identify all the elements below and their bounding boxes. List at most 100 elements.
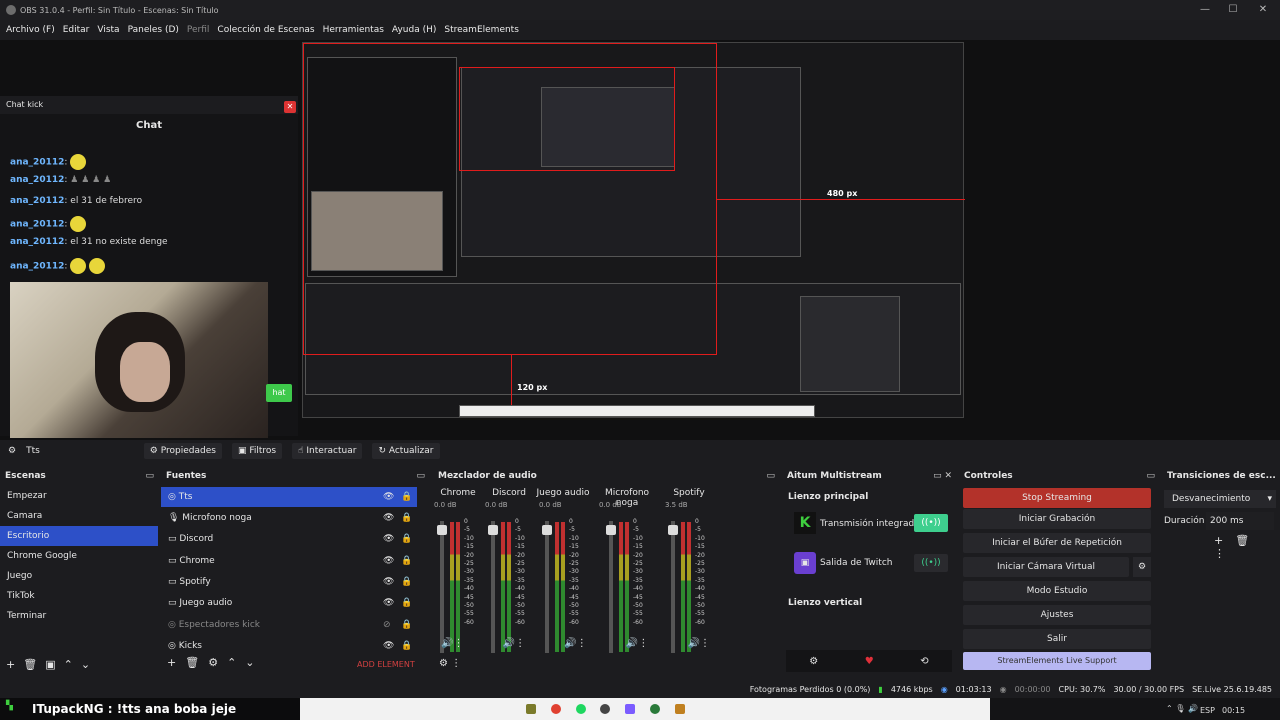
output-toggle-off[interactable]: ((•)) — [914, 554, 948, 572]
source-actions: +🗑⚙⌃⌄ — [167, 656, 264, 669]
dock-float-icon[interactable]: ▭ — [145, 471, 154, 481]
refresh-button[interactable]: ↻ Actualizar — [372, 443, 440, 459]
transition-select[interactable]: Desvanecimiento ▾ — [1164, 490, 1276, 508]
trash-icon[interactable]: 🗑 — [23, 658, 45, 671]
heart-icon[interactable]: ♥ — [865, 656, 874, 667]
spotify-icon[interactable] — [576, 704, 586, 714]
webcam-person-face — [120, 342, 170, 402]
down-icon[interactable]: ⌄ — [81, 658, 98, 671]
volume-slider[interactable] — [606, 521, 616, 653]
speaker-icon[interactable]: 🔊⋮ — [503, 638, 525, 649]
properties-button[interactable]: ⚙ Propiedades — [143, 443, 222, 459]
menu-editar[interactable]: Editar — [63, 25, 90, 35]
down-icon[interactable]: ⌄ — [245, 656, 263, 669]
stop-streaming-button[interactable]: Stop Streaming — [963, 488, 1151, 508]
scenes-title: Escenas — [5, 471, 46, 481]
gear-icon[interactable]: ⚙ — [8, 446, 16, 456]
chrome-icon[interactable] — [551, 704, 561, 714]
scene-item[interactable]: Empezar — [0, 486, 158, 506]
scene-item[interactable]: Juego — [0, 566, 158, 586]
source-item[interactable]: ▭ Juego audio 👁 🔒 — [161, 593, 417, 613]
source-item-selected[interactable]: ◎ Tts 👁 🔒 — [161, 487, 417, 507]
source-item[interactable]: ◎ Kicks 👁 🔒 — [161, 636, 417, 656]
replay-buffer-button[interactable]: Iniciar el Búfer de Repetición — [963, 533, 1151, 553]
maximize-button[interactable]: ☐ — [1226, 3, 1240, 17]
add-icon[interactable]: + — [6, 658, 23, 671]
volume-slider[interactable] — [668, 521, 678, 653]
app-icon[interactable] — [650, 704, 660, 714]
menu-archivo[interactable]: Archivo (F) — [6, 25, 55, 35]
add-icon[interactable]: + — [1214, 534, 1235, 547]
virtual-camera-button[interactable]: Iniciar Cámara Virtual — [963, 557, 1129, 577]
dock-float-icon[interactable]: ▭ — [766, 471, 775, 481]
filter-icon[interactable]: ▣ — [45, 658, 63, 671]
virtual-camera-settings-icon[interactable]: ⚙ — [1133, 557, 1151, 577]
gear-icon[interactable]: ⚙ — [208, 656, 227, 669]
menu-perfil[interactable]: Perfil — [187, 25, 210, 35]
speaker-icon[interactable]: 🔊⋮ — [626, 638, 648, 649]
volume-slider[interactable] — [488, 521, 498, 653]
add-element-button[interactable]: ADD ELEMENT — [357, 660, 415, 669]
add-icon[interactable]: + — [167, 656, 185, 669]
dock-close-icon[interactable]: ▭ ✕ — [933, 471, 952, 481]
studio-mode-button[interactable]: Modo Estudio — [963, 581, 1151, 601]
chat-send-button[interactable]: hat — [266, 384, 292, 402]
up-icon[interactable]: ⌃ — [64, 658, 81, 671]
gear-icon[interactable]: ⚙ — [809, 656, 818, 667]
output-toggle-on[interactable]: ((•)) — [914, 514, 948, 532]
obs-icon[interactable] — [600, 704, 610, 714]
up-icon[interactable]: ⌃ — [227, 656, 245, 669]
app-icon[interactable] — [675, 704, 685, 714]
tray-lang[interactable]: ESP — [1200, 706, 1215, 715]
volume-slider[interactable] — [437, 521, 447, 653]
scene-item[interactable]: TikTok — [0, 586, 158, 606]
emoji-icon — [70, 216, 87, 232]
chat-user: ana_20112 — [10, 157, 65, 168]
source-item[interactable]: ▭ Spotify 👁 🔒 — [161, 572, 417, 592]
more-icon[interactable]: ⋮ — [1214, 547, 1237, 560]
menu-paneles[interactable]: Paneles (D) — [128, 25, 179, 35]
source-item[interactable]: ▭ Chrome 👁 🔒 — [161, 551, 417, 571]
menu-streamelements[interactable]: StreamElements — [444, 25, 519, 35]
duration-input[interactable]: 200 ms — [1206, 512, 1274, 530]
speaker-icon[interactable]: 🔊⋮ — [564, 638, 586, 649]
dock-float-icon[interactable]: ▭ — [416, 471, 425, 481]
measure-box-inner — [459, 67, 675, 171]
exit-button[interactable]: Salir — [963, 629, 1151, 649]
speaker-icon[interactable]: 🔊⋮ — [441, 638, 463, 649]
refresh-icon[interactable]: ⟲ — [920, 656, 928, 667]
menu-herramientas[interactable]: Herramientas — [323, 25, 384, 35]
filters-button[interactable]: ▣ Filtros — [231, 443, 283, 459]
duration-value: 200 ms — [1210, 516, 1244, 526]
source-item[interactable]: 🎙 Microfono noga 👁 🔒 — [161, 508, 417, 528]
minimize-button[interactable]: — — [1198, 3, 1212, 17]
scene-item-selected[interactable]: Escritorio — [0, 526, 158, 546]
scene-item[interactable]: Chrome Google — [0, 546, 158, 566]
mixer-settings-icon[interactable]: ⚙ ⋮ — [439, 658, 461, 669]
trash-icon[interactable]: 🗑 — [185, 656, 208, 669]
volume-slider[interactable] — [542, 521, 552, 653]
source-label: Discord — [179, 534, 214, 544]
chat-close-icon[interactable]: ✕ — [284, 101, 296, 113]
volume-knob — [542, 525, 552, 535]
settings-button[interactable]: Ajustes — [963, 605, 1151, 625]
discord-icon[interactable] — [625, 704, 635, 714]
scene-item[interactable]: Camara — [0, 506, 158, 526]
menu-coleccion-escenas[interactable]: Colección de Escenas — [217, 25, 314, 35]
source-item[interactable]: ▭ Discord 👁 🔒 — [161, 529, 417, 549]
source-item-hidden[interactable]: ◎ Espectadores kick ⊘ 🔒 — [161, 615, 417, 635]
dock-float-icon[interactable]: ▭ — [1146, 471, 1155, 481]
tray-time[interactable]: 00:15 — [1222, 706, 1245, 715]
eye-icon: 👁 — [383, 556, 395, 566]
menu-vista[interactable]: Vista — [97, 25, 119, 35]
close-button[interactable]: ✕ — [1256, 3, 1270, 17]
start-recording-button[interactable]: Iniciar Grabación — [963, 509, 1151, 529]
speaker-icon[interactable]: 🔊⋮ — [688, 638, 710, 649]
menu-ayuda[interactable]: Ayuda (H) — [392, 25, 436, 35]
trash-icon[interactable]: 🗑 — [1235, 534, 1261, 547]
explorer-icon[interactable] — [526, 704, 536, 714]
tray-icons[interactable]: ⌃ 🎙 🔊 — [1166, 704, 1198, 713]
scene-item[interactable]: Terminar — [0, 606, 158, 626]
streamelements-support-button[interactable]: StreamElements Live Support — [963, 652, 1151, 670]
interact-button[interactable]: ☝ Interactuar — [292, 443, 363, 459]
